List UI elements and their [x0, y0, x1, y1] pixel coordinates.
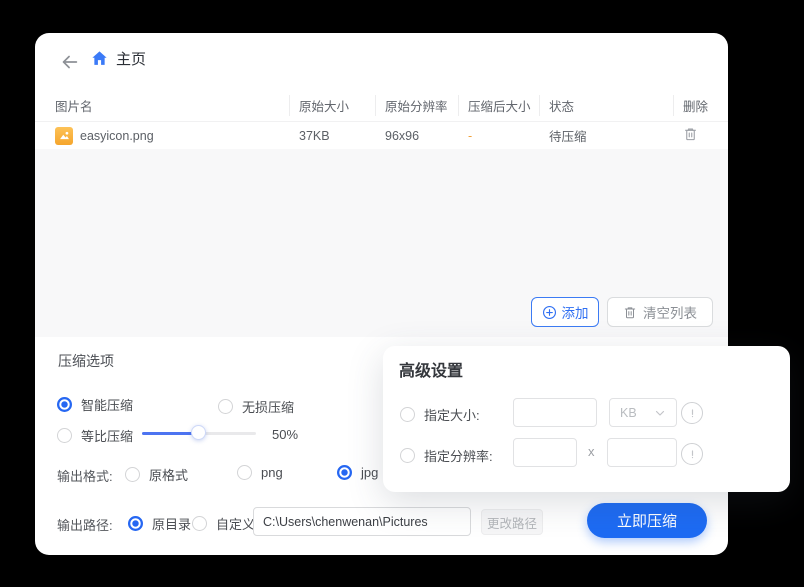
radio-path-custom[interactable]	[192, 516, 207, 531]
breadcrumb-home[interactable]: 主页	[90, 48, 146, 69]
radio-smart[interactable]	[57, 397, 72, 412]
file-compressed-size: -	[458, 129, 539, 143]
size-unit-value: KB	[620, 406, 637, 420]
slider-handle[interactable]	[191, 425, 206, 440]
path-custom[interactable]: 自定义	[192, 514, 255, 533]
section-title-options: 压缩选项	[58, 351, 114, 371]
radio-lossless[interactable]	[218, 399, 233, 414]
col-delete: 删除	[673, 90, 728, 121]
ratio-slider[interactable]	[142, 425, 256, 441]
trash-icon	[623, 305, 637, 320]
format-png[interactable]: png	[237, 465, 283, 480]
col-original-resolution: 原始分辨率	[375, 90, 458, 121]
format-original[interactable]: 原格式	[125, 465, 188, 484]
resolution-height-input[interactable]	[607, 438, 677, 467]
page-title: 主页	[116, 48, 146, 69]
row-delete-icon[interactable]	[683, 126, 698, 142]
radio-format-png[interactable]	[237, 465, 252, 480]
size-unit-select[interactable]: KB	[609, 398, 677, 427]
radio-specify-size[interactable]	[400, 407, 415, 422]
clear-list-button[interactable]: 清空列表	[607, 297, 713, 327]
format-jpg[interactable]: jpg	[337, 465, 378, 480]
radio-ratio[interactable]	[57, 428, 72, 443]
path-custom-label: 自定义	[216, 514, 255, 533]
advanced-settings-panel: 高级设置 指定大小: KB 指定分辨率: x	[383, 346, 790, 492]
option-ratio-compress[interactable]: 等比压缩	[57, 426, 133, 445]
resolution-info-icon[interactable]	[681, 443, 703, 465]
ratio-value: 50%	[272, 427, 298, 442]
option-smart-compress[interactable]: 智能压缩	[57, 395, 133, 414]
format-png-label: png	[261, 465, 283, 480]
specify-resolution-option[interactable]: 指定分辨率:	[400, 446, 493, 465]
radio-smart-label: 智能压缩	[81, 395, 133, 414]
size-info-icon[interactable]	[681, 402, 703, 424]
specify-resolution-label: 指定分辨率:	[424, 446, 493, 465]
radio-specify-resolution[interactable]	[400, 448, 415, 463]
size-value-input[interactable]	[513, 398, 597, 427]
radio-lossless-label: 无损压缩	[242, 397, 294, 416]
chevron-down-icon	[654, 407, 666, 419]
specify-size-option[interactable]: 指定大小:	[400, 405, 480, 424]
path-original-label: 原目录	[152, 514, 191, 533]
format-jpg-label: jpg	[361, 465, 378, 480]
path-input[interactable]	[253, 507, 471, 536]
radio-format-jpg[interactable]	[337, 465, 352, 480]
home-icon	[90, 49, 109, 68]
table-row[interactable]: easyicon.png 37KB 96x96 - 待压缩	[35, 122, 728, 149]
resolution-width-input[interactable]	[513, 438, 577, 467]
format-original-label: 原格式	[149, 465, 188, 484]
radio-path-original[interactable]	[128, 516, 143, 531]
format-label: 输出格式:	[57, 466, 113, 485]
col-original-size: 原始大小	[289, 90, 375, 121]
path-label: 输出路径:	[57, 515, 113, 534]
back-icon[interactable]	[59, 51, 81, 73]
path-original[interactable]: 原目录	[128, 514, 191, 533]
table-header: 图片名 原始大小 原始分辨率 压缩后大小 状态 删除	[35, 90, 728, 122]
change-path-button[interactable]: 更改路径	[481, 509, 543, 535]
clear-list-label: 清空列表	[643, 302, 697, 322]
plus-circle-icon	[542, 305, 557, 320]
radio-ratio-label: 等比压缩	[81, 426, 133, 445]
file-original-resolution: 96x96	[375, 129, 458, 143]
resolution-separator: x	[588, 444, 595, 459]
add-button-label: 添加	[562, 302, 589, 322]
col-compressed-size: 压缩后大小	[458, 90, 539, 121]
option-lossless-compress[interactable]: 无损压缩	[218, 397, 294, 416]
advanced-title: 高级设置	[399, 357, 463, 381]
file-status: 待压缩	[539, 126, 673, 145]
file-name: easyicon.png	[80, 129, 154, 143]
col-image-name: 图片名	[35, 90, 289, 121]
compress-now-button[interactable]: 立即压缩	[587, 503, 707, 538]
add-button[interactable]: 添加	[531, 297, 599, 327]
radio-format-original[interactable]	[125, 467, 140, 482]
col-status: 状态	[539, 90, 673, 121]
specify-size-label: 指定大小:	[424, 405, 480, 424]
image-file-icon	[55, 127, 73, 145]
file-original-size: 37KB	[289, 129, 375, 143]
